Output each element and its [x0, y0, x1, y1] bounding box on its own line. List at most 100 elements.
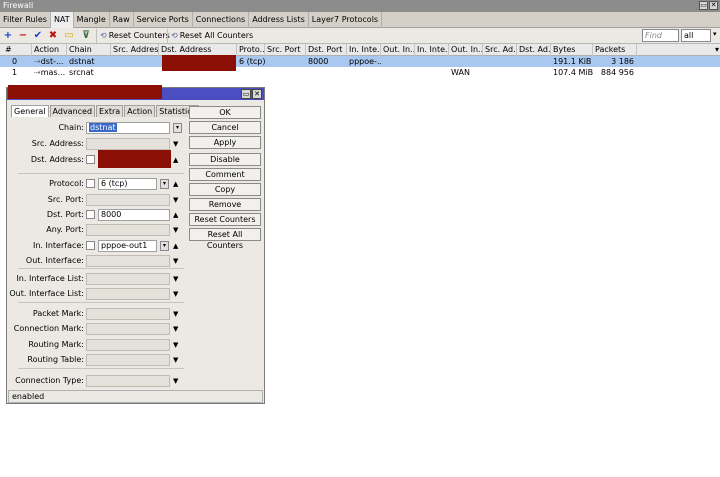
add-icon[interactable]: + [2, 30, 14, 42]
routing-mark-field[interactable] [86, 339, 170, 351]
out-interface-field[interactable] [86, 255, 170, 267]
remove-icon[interactable]: − [17, 30, 29, 42]
protocol-dropdown-icon[interactable]: ▾ [160, 179, 169, 189]
dialog-tab-advanced[interactable]: Advanced [49, 105, 96, 117]
reset-counters-button[interactable]: ⟲ Reset Counters [96, 29, 173, 43]
out-interface-list-expand-icon[interactable]: ▼ [173, 288, 178, 300]
out-interface-expand-icon[interactable]: ▼ [173, 255, 178, 267]
protocol-select[interactable]: 6 (tcp) [98, 178, 157, 190]
in-interface-collapse-icon[interactable]: ▲ [173, 240, 178, 252]
connection-type-field[interactable] [86, 375, 170, 387]
disable-x-icon[interactable]: ✖ [47, 30, 59, 42]
routing-mark-expand-icon[interactable]: ▼ [173, 339, 178, 351]
reset-counters-dialog-button[interactable]: Reset Counters [189, 213, 261, 226]
apply-button[interactable]: Apply [189, 136, 261, 149]
restore-icon[interactable]: ▭ [699, 1, 708, 10]
tab-connections[interactable]: Connections [193, 12, 250, 28]
dialog-tab-extra[interactable]: Extra [96, 105, 124, 117]
connection-mark-expand-icon[interactable]: ▼ [173, 323, 178, 335]
src-address-expand-icon[interactable]: ▼ [173, 138, 178, 150]
col-src-address[interactable]: Src. Address [111, 44, 159, 56]
row-action: ⇢mas... [32, 67, 67, 78]
window-titlebar: Firewall ▭ ✕ [0, 0, 720, 12]
in-interface-list-expand-icon[interactable]: ▼ [173, 273, 178, 285]
src-port-field[interactable] [86, 194, 170, 206]
col-bytes[interactable]: Bytes [551, 44, 593, 56]
column-chooser-icon[interactable]: ▾ [713, 44, 720, 56]
reset-all-counters-dialog-button[interactable]: Reset All Counters [189, 228, 261, 250]
col-src-port[interactable]: Src. Port [265, 44, 306, 56]
chain-select[interactable]: dstnat [86, 122, 170, 134]
disable-button[interactable]: Disable [189, 153, 261, 166]
connection-type-expand-icon[interactable]: ▼ [173, 375, 178, 387]
packet-mark-field[interactable] [86, 308, 170, 320]
find-input[interactable]: Find [642, 29, 679, 42]
col-protocol[interactable]: Proto... [237, 44, 265, 56]
dialog-tab-action[interactable]: Action [124, 105, 156, 117]
col-dst-address-list[interactable]: Dst. Ad... [517, 44, 551, 56]
protocol-collapse-icon[interactable]: ▲ [173, 178, 178, 190]
col-num[interactable]: # [0, 44, 32, 56]
chain-dropdown-icon[interactable]: ▾ [173, 123, 182, 133]
src-port-expand-icon[interactable]: ▼ [173, 194, 178, 206]
col-out-interface[interactable]: Out. In... [381, 44, 415, 56]
dst-address-negate-checkbox[interactable] [86, 155, 95, 164]
routing-table-field[interactable] [86, 354, 170, 366]
close-icon[interactable]: ✕ [709, 1, 718, 10]
copy-button[interactable]: Copy [189, 183, 261, 196]
comment-button[interactable]: Comment [189, 168, 261, 181]
ok-button[interactable]: OK [189, 106, 261, 119]
tab-layer7-protocols[interactable]: Layer7 Protocols [309, 12, 383, 28]
packet-mark-expand-icon[interactable]: ▼ [173, 308, 178, 320]
nat-rule-dialog: ▭ ✕ General Advanced Extra Action Statis… [6, 85, 265, 404]
routing-mark-label: Routing Mark: [28, 340, 84, 349]
table-row[interactable]: 1 ⇢mas... srcnat WAN 107.4 MiB 884 956 [0, 67, 720, 78]
row-bytes: 191.1 KiB [553, 57, 592, 66]
filter-dropdown-icon[interactable]: ▾ [713, 30, 717, 38]
dialog-close-icon[interactable]: ✕ [252, 89, 262, 99]
col-action[interactable]: Action [32, 44, 67, 56]
src-address-field[interactable] [86, 138, 170, 150]
dialog-tab-general[interactable]: General [11, 105, 49, 117]
col-in-interface-list[interactable]: In. Inte... [415, 44, 449, 56]
packet-mark-label: Packet Mark: [32, 309, 84, 318]
tab-service-ports[interactable]: Service Ports [134, 12, 193, 28]
in-interface-dropdown-icon[interactable]: ▾ [160, 241, 169, 251]
col-out-interface-list[interactable]: Out. In... [449, 44, 483, 56]
col-packets[interactable]: Packets [593, 44, 637, 56]
tab-raw[interactable]: Raw [110, 12, 134, 28]
out-interface-list-field[interactable] [86, 288, 170, 300]
cancel-button[interactable]: Cancel [189, 121, 261, 134]
col-dst-port[interactable]: Dst. Port [306, 44, 347, 56]
redacted-dst-address-field [98, 150, 171, 168]
comment-icon[interactable]: ▭ [63, 30, 75, 42]
dialog-restore-icon[interactable]: ▭ [241, 89, 251, 99]
masquerade-action-icon: ⇢ [34, 68, 41, 77]
in-interface-select[interactable]: pppoe-out1 [98, 240, 157, 252]
reset-all-icon: ⟲ [171, 31, 178, 40]
reset-all-counters-button[interactable]: ⟲ Reset All Counters [167, 29, 256, 43]
remove-button[interactable]: Remove [189, 198, 261, 211]
filter-select[interactable]: all [681, 29, 711, 42]
any-port-expand-icon[interactable]: ▼ [173, 224, 178, 236]
connection-mark-field[interactable] [86, 323, 170, 335]
table-row[interactable]: 0 ⇢dst-... dstnat 6 (tcp) 8000 pppoe-...… [0, 55, 720, 71]
any-port-field[interactable] [86, 224, 170, 236]
routing-table-expand-icon[interactable]: ▼ [173, 354, 178, 366]
dst-port-collapse-icon[interactable]: ▲ [173, 209, 178, 221]
dst-port-negate-checkbox[interactable] [86, 210, 95, 219]
in-interface-negate-checkbox[interactable] [86, 241, 95, 250]
col-chain[interactable]: Chain [67, 44, 111, 56]
col-src-address-list[interactable]: Src. Ad... [483, 44, 517, 56]
enable-check-icon[interactable]: ✔ [32, 30, 44, 42]
tab-address-lists[interactable]: Address Lists [249, 12, 309, 28]
col-in-interface[interactable]: In. Inte... [347, 44, 381, 56]
filter-icon[interactable]: ⊽ [80, 30, 92, 42]
tab-filter-rules[interactable]: Filter Rules [0, 12, 51, 28]
in-interface-list-field[interactable] [86, 273, 170, 285]
tab-nat[interactable]: NAT [50, 12, 74, 28]
tab-mangle[interactable]: Mangle [74, 12, 110, 28]
protocol-negate-checkbox[interactable] [86, 179, 95, 188]
dst-port-field[interactable]: 8000 [98, 209, 170, 221]
dst-address-collapse-icon[interactable]: ▲ [173, 154, 178, 166]
